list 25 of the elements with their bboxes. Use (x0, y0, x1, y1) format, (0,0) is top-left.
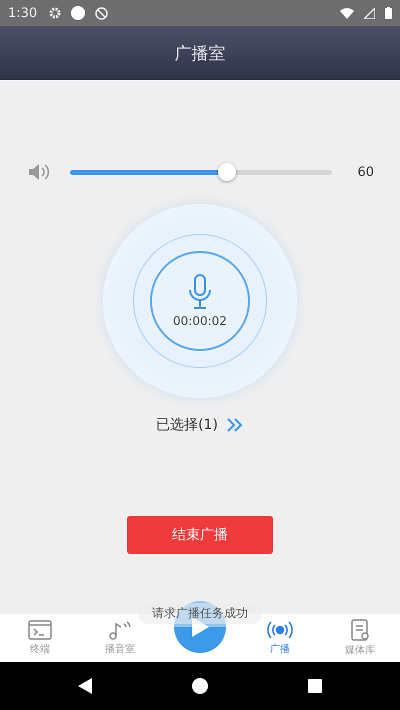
slider-thumb[interactable] (218, 163, 236, 181)
end-broadcast-button[interactable]: 结束广播 (127, 516, 273, 554)
status-time: 1:30 (8, 6, 38, 20)
broadcast-icon (267, 620, 293, 640)
music-note-icon (108, 620, 132, 640)
terminal-icon (28, 620, 52, 640)
home-icon[interactable] (192, 678, 208, 694)
circle-icon (71, 6, 86, 20)
double-chevron-icon[interactable] (226, 417, 244, 433)
play-button[interactable] (174, 601, 226, 653)
page-title: 广播室 (174, 42, 226, 64)
speaker-icon (28, 163, 50, 181)
wifi-icon (340, 8, 354, 18)
blocked-icon (95, 6, 108, 20)
document-icon (349, 619, 371, 641)
selection-label: 已选择(1) (156, 416, 218, 434)
back-icon[interactable] (78, 678, 92, 694)
volume-value: 60 (356, 164, 374, 180)
signal-icon (364, 8, 375, 18)
record-timer: 00:00:02 (173, 314, 227, 328)
microphone-icon (188, 274, 212, 310)
battery-icon (385, 7, 392, 19)
nav-tab[interactable]: 媒体库 (320, 614, 400, 662)
nav-tab[interactable]: 终端 (0, 614, 80, 662)
record-button[interactable]: 00:00:02 (150, 251, 250, 351)
